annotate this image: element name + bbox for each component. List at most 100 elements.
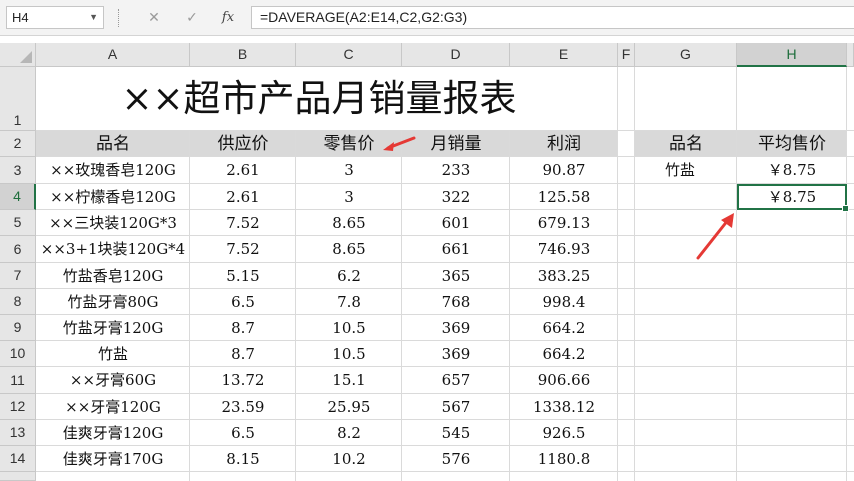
table-cell[interactable]: ××3+1块装120G*4 bbox=[36, 236, 190, 263]
table-cell[interactable]: 7.8 bbox=[296, 289, 402, 315]
table-cell[interactable]: ××柠檬香皂120G bbox=[36, 184, 190, 210]
table-cell[interactable]: 10.5 bbox=[296, 341, 402, 367]
row-header-14[interactable]: 14 bbox=[0, 446, 36, 472]
column-header-h[interactable]: H bbox=[737, 43, 847, 67]
table-cell[interactable]: 998.4 bbox=[510, 289, 618, 315]
table-cell[interactable]: 125.58 bbox=[510, 184, 618, 210]
table-cell[interactable]: 233 bbox=[402, 157, 510, 184]
table-cell[interactable]: 佳爽牙膏170G bbox=[36, 446, 190, 472]
table-cell[interactable]: 383.25 bbox=[510, 263, 618, 289]
table-cell[interactable]: 906.66 bbox=[510, 367, 618, 394]
criteria-name-cell[interactable]: 竹盐 bbox=[635, 157, 737, 184]
table-cell[interactable]: 2.61 bbox=[190, 184, 296, 210]
table-cell[interactable]: 5.15 bbox=[190, 263, 296, 289]
table-cell[interactable]: ××牙膏120G bbox=[36, 394, 190, 420]
column-header-c[interactable]: C bbox=[296, 43, 402, 67]
table-cell[interactable]: 365 bbox=[402, 263, 510, 289]
row-header-1[interactable]: 1 bbox=[0, 67, 36, 131]
active-cell-highlight[interactable] bbox=[737, 184, 849, 212]
table-cell[interactable]: 3 bbox=[296, 157, 402, 184]
row-header-13[interactable]: 13 bbox=[0, 420, 36, 446]
row-header-12[interactable]: 12 bbox=[0, 394, 36, 420]
table-cell[interactable]: ××牙膏60G bbox=[36, 367, 190, 394]
table-cell[interactable]: 6.5 bbox=[190, 289, 296, 315]
enter-icon[interactable]: ✓ bbox=[180, 7, 204, 29]
table-cell[interactable]: 13.72 bbox=[190, 367, 296, 394]
cancel-icon[interactable]: ✕ bbox=[142, 7, 166, 29]
table-cell[interactable]: 15.1 bbox=[296, 367, 402, 394]
row-header-2[interactable]: 2 bbox=[0, 131, 36, 157]
chevron-down-icon[interactable]: ▼ bbox=[89, 7, 98, 28]
row-header-7[interactable]: 7 bbox=[0, 263, 36, 289]
table-cell[interactable]: 6.5 bbox=[190, 420, 296, 446]
table-cell[interactable]: ××玫瑰香皂120G bbox=[36, 157, 190, 184]
column-header-b[interactable]: B bbox=[190, 43, 296, 67]
row-header-6[interactable]: 6 bbox=[0, 236, 36, 263]
column-header-d[interactable]: D bbox=[402, 43, 510, 67]
table-cell[interactable]: 657 bbox=[402, 367, 510, 394]
table-cell[interactable]: 7.52 bbox=[190, 210, 296, 236]
row-header-4[interactable]: 4 bbox=[0, 184, 36, 210]
column-header-f[interactable]: F bbox=[618, 43, 635, 67]
table-cell[interactable]: 8.2 bbox=[296, 420, 402, 446]
table-cell[interactable]: 8.65 bbox=[296, 210, 402, 236]
column-header-e[interactable]: E bbox=[510, 43, 618, 67]
table-cell[interactable]: 369 bbox=[402, 341, 510, 367]
table-cell[interactable]: 369 bbox=[402, 315, 510, 341]
table-cell[interactable]: 7.52 bbox=[190, 236, 296, 263]
insert-function-icon[interactable]: fx bbox=[216, 7, 240, 29]
table-cell[interactable]: 1338.12 bbox=[510, 394, 618, 420]
row-header-10[interactable]: 10 bbox=[0, 341, 36, 367]
table-cell[interactable]: 322 bbox=[402, 184, 510, 210]
fill-handle[interactable] bbox=[842, 205, 849, 212]
column-header-g[interactable]: G bbox=[635, 43, 737, 67]
table-cell[interactable]: 竹盐牙膏120G bbox=[36, 315, 190, 341]
table-cell[interactable]: 926.5 bbox=[510, 420, 618, 446]
table-cell[interactable]: 23.59 bbox=[190, 394, 296, 420]
select-all-button[interactable] bbox=[0, 43, 36, 67]
table-cell[interactable]: 10.2 bbox=[296, 446, 402, 472]
table-cell[interactable]: 1180.8 bbox=[510, 446, 618, 472]
row-header-11[interactable]: 11 bbox=[0, 367, 36, 394]
table-cell[interactable]: 竹盐牙膏80G bbox=[36, 289, 190, 315]
row-header-3[interactable]: 3 bbox=[0, 157, 36, 184]
row-header-8[interactable]: 8 bbox=[0, 289, 36, 315]
formula-input[interactable]: =DAVERAGE(A2:E14,C2,G2:G3) bbox=[251, 6, 854, 29]
table-cell[interactable]: 746.93 bbox=[510, 236, 618, 263]
table-cell[interactable]: 3 bbox=[296, 184, 402, 210]
sheet-title[interactable]: ××超市产品月销量报表 bbox=[36, 67, 602, 131]
table-cell[interactable]: 8.7 bbox=[190, 315, 296, 341]
table-cell[interactable]: 8.65 bbox=[296, 236, 402, 263]
table-cell[interactable]: 601 bbox=[402, 210, 510, 236]
table-cell[interactable]: 佳爽牙膏120G bbox=[36, 420, 190, 446]
criteria-value-cell[interactable]: ￥8.75 bbox=[737, 157, 847, 184]
table-header-cell[interactable]: 供应价 bbox=[190, 131, 296, 157]
table-cell[interactable]: 768 bbox=[402, 289, 510, 315]
row-header-5[interactable]: 5 bbox=[0, 210, 36, 236]
table-cell[interactable]: 竹盐香皂120G bbox=[36, 263, 190, 289]
criteria-header-cell[interactable]: 品名 bbox=[635, 131, 737, 157]
table-cell[interactable]: 2.61 bbox=[190, 157, 296, 184]
row-header-9[interactable]: 9 bbox=[0, 315, 36, 341]
table-header-cell[interactable]: 利润 bbox=[510, 131, 618, 157]
table-cell[interactable]: ××三块装120G*3 bbox=[36, 210, 190, 236]
table-cell[interactable]: 8.7 bbox=[190, 341, 296, 367]
table-cell[interactable]: 664.2 bbox=[510, 341, 618, 367]
table-cell[interactable]: 576 bbox=[402, 446, 510, 472]
table-cell[interactable]: 90.87 bbox=[510, 157, 618, 184]
table-cell[interactable]: 8.15 bbox=[190, 446, 296, 472]
table-cell[interactable]: 545 bbox=[402, 420, 510, 446]
table-header-cell[interactable]: 品名 bbox=[36, 131, 190, 157]
name-box[interactable]: H4 ▼ bbox=[6, 6, 104, 29]
table-cell[interactable]: 10.5 bbox=[296, 315, 402, 341]
table-cell[interactable]: 664.2 bbox=[510, 315, 618, 341]
table-cell[interactable]: 661 bbox=[402, 236, 510, 263]
table-cell[interactable]: 竹盐 bbox=[36, 341, 190, 367]
criteria-header-cell[interactable]: 平均售价 bbox=[737, 131, 847, 157]
column-header-a[interactable]: A bbox=[36, 43, 190, 67]
formula-bar-grip[interactable] bbox=[118, 9, 123, 27]
table-cell[interactable]: 567 bbox=[402, 394, 510, 420]
table-cell[interactable]: 6.2 bbox=[296, 263, 402, 289]
table-cell[interactable]: 679.13 bbox=[510, 210, 618, 236]
table-cell[interactable]: 25.95 bbox=[296, 394, 402, 420]
